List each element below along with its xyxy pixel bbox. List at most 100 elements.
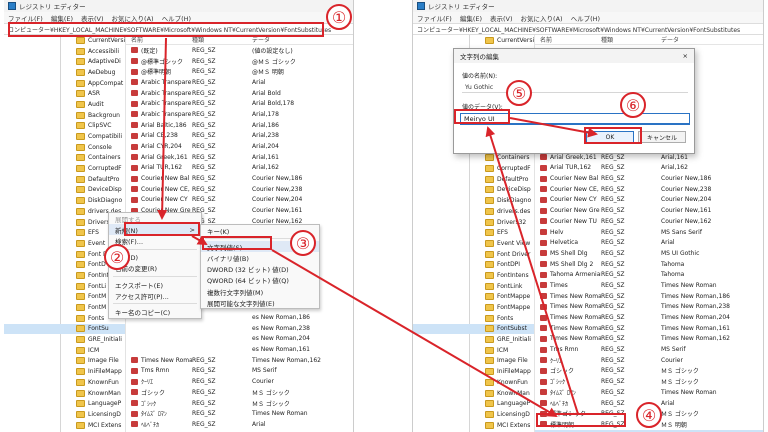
table-row[interactable]: Times New Roma REG_SZ Times New Roman,161 bbox=[535, 323, 763, 334]
tree-item[interactable]: ClipSVC bbox=[4, 121, 125, 132]
tree-item[interactable]: LicensingD bbox=[4, 409, 125, 420]
tree-item[interactable]: EFS bbox=[413, 227, 534, 238]
tree-item[interactable]: Console bbox=[4, 142, 125, 153]
table-row[interactable]: Arial CE,238 REG_SZ Arial,238 bbox=[126, 131, 353, 142]
tree-item[interactable]: FontIntens bbox=[413, 270, 534, 281]
table-row[interactable]: Courier New CE, REG_SZ Courier New,238 bbox=[126, 184, 353, 195]
table-row[interactable]: Arial Baltic,186 REG_SZ Arial,186 bbox=[126, 120, 353, 131]
table-row[interactable]: Courier New Bal REG_SZ Courier New,186 bbox=[126, 173, 353, 184]
menu-item[interactable]: 複数行文字列値(M) bbox=[201, 286, 319, 297]
tree-item[interactable]: KnownFun bbox=[4, 377, 125, 388]
table-row[interactable]: ｺﾞｼｯｸ REG_SZ ＭＳ ゴシック bbox=[126, 398, 353, 409]
cancel-button[interactable]: キャンセル bbox=[638, 131, 686, 143]
table-row[interactable]: MS Shell Dlg REG_SZ MS UI Gothic bbox=[535, 248, 763, 259]
menu-item[interactable]: ファイル(F) bbox=[8, 13, 43, 23]
tree-item[interactable]: LicensingD bbox=[413, 409, 534, 420]
tree-item[interactable]: FontSubst bbox=[413, 323, 534, 335]
table-row[interactable]: Tahoma Armenian REG_SZ Tahoma bbox=[535, 269, 763, 280]
menu-item[interactable]: QWORD (64 ビット) 値(Q) bbox=[201, 275, 319, 286]
menu-item[interactable]: DWORD (32 ビット) 値(D) bbox=[201, 264, 319, 275]
table-row[interactable]: Arial Greek,161 REG_SZ Arial,161 bbox=[126, 152, 353, 163]
menu-item[interactable]: アクセス許可(P)... bbox=[109, 290, 201, 301]
tree-item[interactable]: CurrentVersi bbox=[413, 35, 534, 46]
table-row[interactable]: (既定) REG_SZ (値の設定なし) bbox=[126, 45, 353, 56]
tree-item[interactable]: Image File bbox=[413, 356, 534, 367]
table-row[interactable]: Courier New Bal REG_SZ Courier New,186 bbox=[535, 173, 763, 184]
table-row[interactable]: Times New Roma REG_SZ Times New Roman,238 bbox=[535, 302, 763, 313]
table-row[interactable]: Tms Rmn REG_SZ MS Serif bbox=[126, 366, 353, 377]
tree-item[interactable]: KnownFun bbox=[413, 377, 534, 388]
tree-item[interactable]: KnownMan bbox=[4, 388, 125, 399]
menu-item[interactable]: ファイル(F) bbox=[417, 13, 452, 23]
menu-item[interactable]: お気に入り(A) bbox=[521, 13, 563, 23]
tree-item[interactable]: Drivers32 bbox=[4, 217, 125, 228]
tree-item[interactable]: FontMappe bbox=[413, 292, 534, 303]
table-row[interactable]: Arabic Transpare REG_SZ Arial Bold,178 bbox=[126, 98, 353, 109]
table-row[interactable]: ゴシック REG_SZ ＭＳ ゴシック bbox=[126, 387, 353, 398]
table-row[interactable]: Courier New CY REG_SZ Courier New,204 bbox=[535, 195, 763, 206]
table-row[interactable]: Arial CYR,204 REG_SZ Arial,204 bbox=[126, 141, 353, 152]
table-row[interactable]: Tms Rmn REG_SZ MS Serif bbox=[535, 344, 763, 355]
table-row[interactable]: Arial TUR,162 REG_SZ Arial,162 bbox=[535, 163, 763, 174]
table-row[interactable]: ｺﾞｼｯｸ REG_SZ ＭＳ ゴシック bbox=[535, 376, 763, 387]
tree-item[interactable]: AeDebug bbox=[4, 67, 125, 78]
tree-item[interactable]: FontSu bbox=[4, 323, 125, 335]
tree-item[interactable]: Font Driver bbox=[413, 249, 534, 260]
tree-item[interactable]: CorruptedF bbox=[413, 163, 534, 174]
tree-item[interactable]: drivers.des bbox=[413, 206, 534, 217]
tree-item[interactable]: Fonts bbox=[4, 313, 125, 324]
table-row[interactable]: Times New Roma REG_SZ Times New Roman,204 bbox=[535, 312, 763, 323]
menu-item[interactable]: 展開可能な文字列値(E) bbox=[201, 297, 319, 308]
tree-item[interactable]: LanguageP bbox=[413, 398, 534, 409]
table-row[interactable]: ｸｰﾘｴ REG_SZ Courier bbox=[535, 355, 763, 366]
tree-item[interactable]: Audit bbox=[4, 99, 125, 110]
table-row[interactable]: Helv REG_SZ MS Sans Serif bbox=[535, 227, 763, 238]
menu-item[interactable]: お気に入り(A) bbox=[112, 13, 154, 23]
tree-item[interactable]: MCI Extens bbox=[4, 420, 125, 431]
tree-item[interactable]: drivers.des bbox=[4, 206, 125, 217]
tree-item[interactable]: DiskDiagno bbox=[413, 195, 534, 206]
table-row[interactable]: Times REG_SZ Times New Roman bbox=[535, 280, 763, 291]
tree-item[interactable]: GRE_Initiali bbox=[4, 334, 125, 345]
tree-item[interactable]: DefaultPro bbox=[413, 174, 534, 185]
tree-item[interactable]: Fonts bbox=[413, 313, 534, 324]
menu-item[interactable]: 表示(V) bbox=[490, 13, 513, 23]
table-row[interactable]: Times New Roma REG_SZ Times New Roman,162 bbox=[535, 334, 763, 345]
tree-item[interactable]: Compatibili bbox=[4, 131, 125, 142]
tree-item[interactable]: FontInt bbox=[4, 270, 125, 281]
menu-item[interactable]: 編集(E) bbox=[51, 13, 73, 23]
tree-item[interactable]: EFS bbox=[4, 227, 125, 238]
tree-item[interactable]: IniFileMapp bbox=[413, 366, 534, 377]
table-row[interactable]: Courier New TU REG_SZ Courier New,162 bbox=[535, 216, 763, 227]
table-row[interactable]: @標準ゴシック REG_SZ @ＭＳ ゴシック bbox=[126, 56, 353, 67]
menu-item[interactable]: エクスポート(E) bbox=[109, 279, 201, 290]
table-row[interactable]: Helvetica REG_SZ Arial bbox=[535, 237, 763, 248]
tree-item[interactable]: Accessibili bbox=[4, 46, 125, 57]
tree-item[interactable]: FontM bbox=[4, 302, 125, 313]
tree-item[interactable]: DiskDiagno bbox=[4, 195, 125, 206]
table-row[interactable]: ﾀｲﾑｽﾞ ﾛﾏﾝ REG_SZ Times New Roman bbox=[126, 408, 353, 419]
column-data[interactable]: データ bbox=[661, 35, 763, 44]
tree-item[interactable]: MCI Extens bbox=[413, 420, 534, 431]
tree-item[interactable]: FontMappe bbox=[413, 302, 534, 313]
menu-item[interactable]: 編集(E) bbox=[460, 13, 482, 23]
table-row[interactable]: Arabic Transpare REG_SZ Arial bbox=[126, 77, 353, 88]
table-row[interactable]: ｸｰﾘｴ REG_SZ Courier bbox=[126, 376, 353, 387]
menu-item[interactable]: 表示(V) bbox=[81, 13, 104, 23]
menu-item[interactable]: ヘルプ(H) bbox=[571, 13, 600, 23]
tree-item[interactable]: LanguageP bbox=[4, 398, 125, 409]
tree-item[interactable]: ICM bbox=[413, 345, 534, 356]
tree-item[interactable]: DeviceDisp bbox=[413, 185, 534, 196]
tree-item[interactable]: AdaptiveDi bbox=[4, 56, 125, 67]
tree-item[interactable]: FontM bbox=[4, 292, 125, 303]
close-icon[interactable]: × bbox=[683, 52, 688, 60]
table-row[interactable]: Courier New CY REG_SZ Courier New,204 bbox=[126, 195, 353, 206]
table-row[interactable]: ゴシック REG_SZ ＭＳ ゴシック bbox=[535, 366, 763, 377]
table-row[interactable]: MS Shell Dlg 2 REG_SZ Tahoma bbox=[535, 259, 763, 270]
tree-item[interactable]: IniFileMapp bbox=[4, 366, 125, 377]
table-row[interactable]: Arabic Transpare REG_SZ Arial,178 bbox=[126, 109, 353, 120]
table-row[interactable]: Times New Roman REG_SZ Times New Roman,162 bbox=[126, 355, 353, 366]
tree-item[interactable]: Backgroun bbox=[4, 110, 125, 121]
table-row[interactable]: Arabic Transpare REG_SZ Arial Bold bbox=[126, 88, 353, 99]
table-row[interactable]: ﾀｲﾑｽﾞ ﾛﾏﾝ REG_SZ Times New Roman bbox=[535, 387, 763, 398]
